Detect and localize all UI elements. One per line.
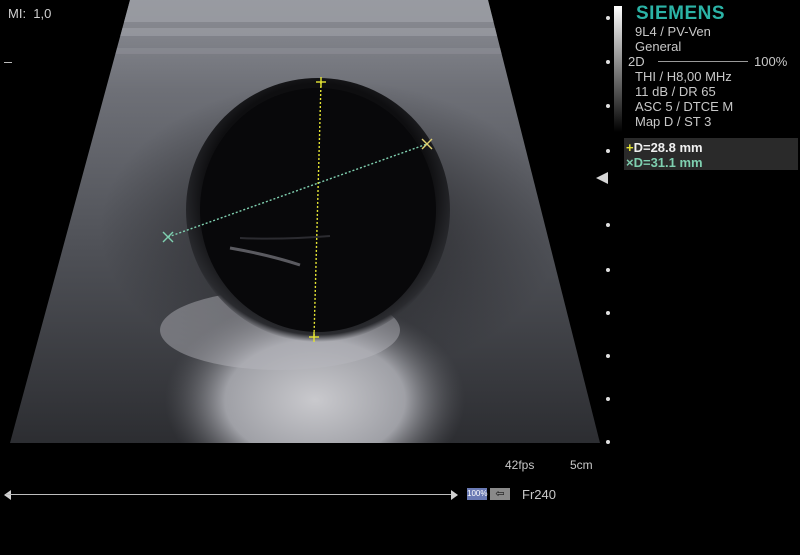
grayscale-bar [614, 6, 622, 132]
probe-transducer: 9L4 / PV-Ven [635, 24, 711, 39]
back-arrow-icon[interactable]: ⇦ [490, 488, 510, 500]
cine-scrollbar[interactable] [6, 494, 456, 495]
depth-tick [606, 104, 610, 108]
frame-number: Fr240 [522, 487, 556, 502]
depth-tick [606, 268, 610, 272]
depth-tick [606, 223, 610, 227]
focus-marker-icon[interactable] [596, 172, 608, 184]
setting-map: Map D / ST 3 [635, 114, 712, 129]
caliper-cross-icon: × [626, 155, 634, 170]
depth-tick [606, 354, 610, 358]
measurement-2[interactable]: ×D=31.1 mm [626, 155, 703, 170]
power-bar [658, 61, 748, 62]
depth-tick [606, 440, 610, 444]
setting-frequency: THI / H8,00 MHz [635, 69, 732, 84]
caliper-plus-icon: + [626, 140, 634, 155]
probe-preset: General [635, 39, 682, 54]
depth-tick [606, 60, 610, 64]
setting-asc: ASC 5 / DTCE M [635, 99, 734, 114]
depth-tick [606, 397, 610, 401]
cine-end-icon[interactable] [451, 490, 458, 500]
measurement-1-value: D=28.8 mm [633, 140, 703, 155]
measurement-2-value: D=31.1 mm [633, 155, 703, 170]
frame-rate: 42fps [505, 458, 535, 472]
measurement-1[interactable]: +D=28.8 mm [626, 140, 703, 155]
depth-scale [606, 0, 612, 450]
setting-gain: 11 dB / DR 65 [635, 84, 716, 99]
depth-tick [606, 149, 610, 153]
zoom-badge[interactable]: 100% [467, 488, 487, 500]
depth-value: 5cm [570, 458, 593, 472]
depth-tick [606, 311, 610, 315]
imaging-mode: 2D [628, 54, 645, 69]
brand-logo: SIEMENS [636, 3, 726, 24]
cine-start-icon[interactable] [4, 490, 11, 500]
power-value: 100% [754, 54, 788, 69]
depth-tick [606, 16, 610, 20]
ultrasound-image[interactable] [0, 0, 610, 450]
